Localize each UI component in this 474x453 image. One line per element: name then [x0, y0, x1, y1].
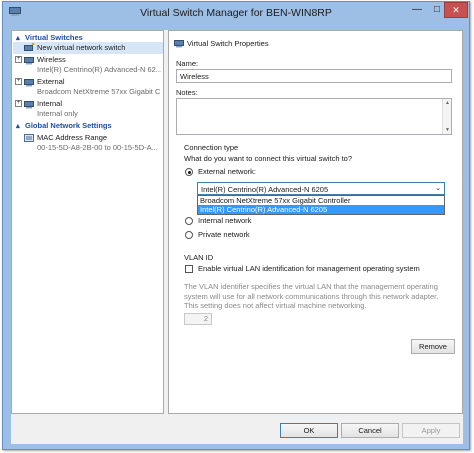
- private-network-label[interactable]: Private network: [198, 230, 250, 239]
- external-network-radio[interactable]: [185, 168, 193, 176]
- network-switch-icon: [174, 38, 185, 48]
- tree-item-external[interactable]: + External Broadcom NetXtreme 57xx Gigab…: [12, 76, 163, 98]
- tree-item-wireless[interactable]: + Wireless Intel(R) Centrino(R) Advanced…: [12, 54, 163, 76]
- vlan-description: The VLAN identifier specifies the virtua…: [184, 282, 439, 310]
- pane-title: Virtual Switch Properties: [187, 39, 269, 48]
- notes-label: Notes:: [176, 88, 198, 97]
- tree-item-label: Internal: [37, 99, 63, 108]
- global-network-settings-header-label: Global Network Settings: [25, 121, 112, 130]
- vlan-enable-label[interactable]: Enable virtual LAN identification for ma…: [198, 264, 420, 273]
- tree-item-subtitle: Internal only: [37, 109, 78, 118]
- minimize-button[interactable]: —: [407, 2, 427, 18]
- internal-network-label[interactable]: Internal network: [198, 216, 251, 225]
- cancel-button[interactable]: Cancel: [341, 423, 399, 438]
- notes-scrollbar[interactable]: ▲ ▼: [442, 99, 451, 134]
- network-adapter-dropdown[interactable]: Intel(R) Centrino(R) Advanced-N 6205 ⌄: [197, 182, 445, 195]
- connection-question: What do you want to connect this virtual…: [184, 154, 352, 163]
- expand-icon[interactable]: +: [15, 56, 22, 63]
- notes-field[interactable]: ▲ ▼: [176, 98, 452, 135]
- scroll-down-icon[interactable]: ▼: [444, 127, 451, 133]
- adapter-options-list[interactable]: Broadcom NetXtreme 57xx Gigabit Controll…: [197, 195, 445, 215]
- new-switch-icon: [24, 42, 35, 53]
- expand-icon[interactable]: +: [15, 100, 22, 107]
- tree-item-label: New virtual network switch: [37, 43, 126, 52]
- collapse-arrow-icon[interactable]: ▴: [16, 121, 24, 130]
- mac-address-icon: [24, 133, 35, 143]
- internal-network-radio[interactable]: [185, 217, 193, 225]
- tree-item-subtitle: Broadcom NetXtreme 57xx Gigabit C...: [37, 87, 161, 96]
- tree-item-label: External: [37, 77, 65, 86]
- network-switch-icon: [24, 99, 35, 109]
- expand-icon[interactable]: +: [15, 78, 22, 85]
- adapter-option-highlighted[interactable]: Intel(R) Centrino(R) Advanced-N 6205: [198, 205, 444, 214]
- chevron-down-icon[interactable]: ⌄: [435, 184, 441, 192]
- collapse-arrow-icon[interactable]: ▴: [16, 33, 24, 42]
- ok-button[interactable]: OK: [280, 423, 338, 438]
- adapter-option[interactable]: Broadcom NetXtreme 57xx Gigabit Controll…: [198, 196, 444, 205]
- name-field[interactable]: [176, 69, 452, 83]
- vlan-group-label: VLAN ID: [184, 253, 214, 262]
- virtual-switches-header-label: Virtual Switches: [25, 33, 83, 42]
- connection-type-group-label: Connection type: [184, 143, 239, 152]
- adapter-selected-value: Intel(R) Centrino(R) Advanced-N 6205: [201, 185, 329, 194]
- tree-item-internal[interactable]: + Internal Internal only: [12, 98, 163, 120]
- virtual-switch-manager-window: Virtual Switch Manager for BEN-WIN8RP — …: [2, 1, 470, 450]
- network-switch-icon: [24, 77, 35, 87]
- vlan-enable-checkbox[interactable]: [185, 265, 193, 273]
- scroll-up-icon[interactable]: ▲: [444, 100, 451, 106]
- tree-item-subtitle: Intel(R) Centrino(R) Advanced-N 62...: [37, 65, 161, 74]
- properties-pane: Virtual Switch Properties Name: Notes: ▲…: [168, 30, 463, 414]
- network-switch-icon: [24, 55, 35, 65]
- close-button[interactable]: ✕: [444, 2, 468, 18]
- navigation-tree[interactable]: ▴ Virtual Switches New virtual network s…: [11, 30, 164, 414]
- external-network-label[interactable]: External network:: [198, 167, 256, 176]
- private-network-radio[interactable]: [185, 231, 193, 239]
- tree-item-subtitle: 00-15-5D-A8-2B-00 to 00-15-5D-A...: [37, 143, 158, 152]
- window-title: Virtual Switch Manager for BEN-WIN8RP: [140, 7, 332, 19]
- apply-button[interactable]: Apply: [402, 423, 460, 438]
- tree-item-mac-address-range[interactable]: MAC Address Range 00-15-5D-A8-2B-00 to 0…: [12, 132, 163, 154]
- vlan-id-field[interactable]: 2: [184, 313, 212, 325]
- dialog-client-area: ▴ Virtual Switches New virtual network s…: [11, 30, 463, 444]
- name-label: Name:: [176, 59, 199, 68]
- tree-item-label: MAC Address Range: [37, 133, 108, 142]
- remove-button[interactable]: Remove: [411, 339, 455, 354]
- title-bar[interactable]: Virtual Switch Manager for BEN-WIN8RP — …: [3, 2, 469, 24]
- tree-item-label: Wireless: [37, 55, 66, 64]
